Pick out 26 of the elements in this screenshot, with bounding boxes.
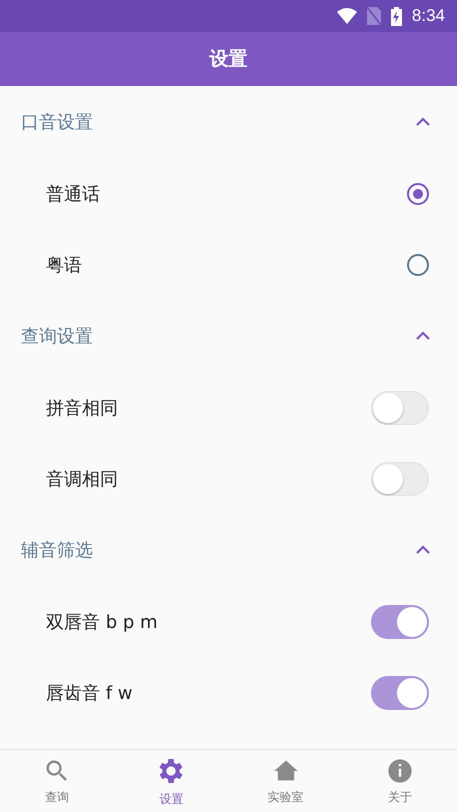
option-label: 双唇音 b p m [46,610,158,634]
section-title: 辅音筛选 [21,539,93,562]
nav-tab[interactable]: 实验室 [228,750,343,812]
battery-charging-icon [390,6,402,26]
page-title: 设置 [210,47,248,72]
info-icon [386,756,414,784]
radio-button[interactable] [407,254,429,276]
nav-tab[interactable]: 关于 [342,750,457,812]
section-title: 查询设置 [21,325,93,348]
section-header[interactable]: 辅音筛选 [0,514,457,586]
section-header[interactable]: 口音设置 [0,86,457,158]
toggle-switch[interactable] [371,676,429,710]
no-sim-icon [366,7,381,25]
status-time: 8:34 [412,6,445,26]
option-label: 拼音相同 [46,396,118,420]
nav-tab[interactable]: 设置 [114,750,228,812]
option-label: 音调相同 [46,468,118,490]
nav-tab[interactable]: 查询 [0,750,114,812]
wifi-icon [336,8,357,24]
option-label: 唇齿音 f w [46,682,133,704]
radio-button[interactable] [407,182,429,204]
toggle-switch[interactable] [371,604,429,638]
section-header[interactable]: 查询设置 [0,300,457,372]
section-title: 口音设置 [21,111,93,134]
option-label: 普通话 [46,182,100,206]
option-label: 粤语 [46,254,82,276]
